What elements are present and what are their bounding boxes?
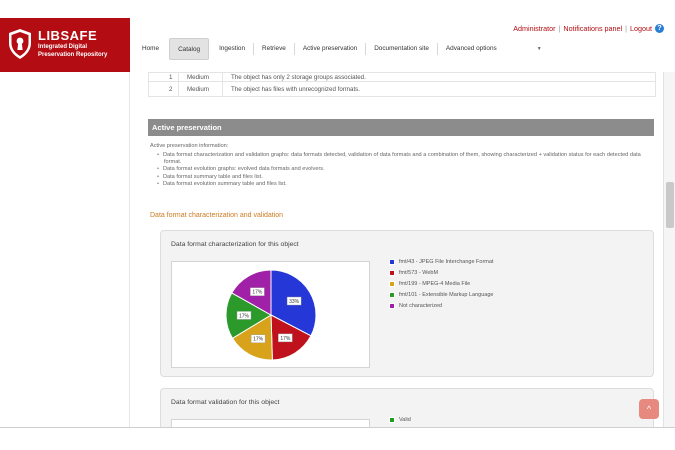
main-nav: Home Catalog Ingestion Retrieve Active p… xyxy=(134,38,550,60)
libsafe-logo[interactable]: LIBSAFE Integrated Digital Preservation … xyxy=(0,18,130,72)
legend-label: Not characterized xyxy=(399,303,443,309)
legend-swatch xyxy=(389,270,395,276)
legend-label: fmt/573 - WebM xyxy=(399,270,439,276)
legend-label: fmt/43 - JPEG File Interchange Format xyxy=(399,259,494,265)
nav-retrieve[interactable]: Retrieve xyxy=(254,38,294,60)
pie-slice-label: 17% xyxy=(250,334,266,343)
characterization-section-link[interactable]: Data format characterization and validat… xyxy=(150,212,283,219)
legend-item: Not characterized xyxy=(389,303,493,314)
nav-documentation-site[interactable]: Documentation site xyxy=(366,38,437,60)
legend-label: fmt/199 - MPEG-4 Media File xyxy=(399,281,471,287)
administrator-link[interactable]: Administrator xyxy=(513,24,555,33)
list-item: Data format characterization and validat… xyxy=(156,152,656,166)
characterization-legend: fmt/43 - JPEG File Interchange Format fmt… xyxy=(389,259,493,314)
scrollbar-thumb[interactable] xyxy=(666,182,674,228)
active-preservation-intro: Active preservation information: xyxy=(150,143,229,149)
legend-swatch xyxy=(389,417,395,423)
pie-chart-box: 33% 17% 17% 17% 17% xyxy=(171,261,370,368)
chevron-up-icon: ^ xyxy=(646,404,652,414)
list-item: Data format evolution graphs: evolved da… xyxy=(156,166,656,173)
characterization-panel-title: Data format characterization for this ob… xyxy=(171,241,299,248)
legend-item: fmt/573 - WebM xyxy=(389,270,493,281)
scroll-to-top-button[interactable]: ^ xyxy=(639,399,659,419)
nav-catalog[interactable]: Catalog xyxy=(169,38,210,60)
pie-slice-label: 17% xyxy=(250,287,265,296)
legend-swatch xyxy=(389,292,395,298)
validation-panel: Data format validation for this object V… xyxy=(160,388,654,427)
nav-home[interactable]: Home xyxy=(134,38,167,60)
browser-viewport: LIBSAFE Integrated Digital Preservation … xyxy=(0,18,675,428)
svg-text:17%: 17% xyxy=(253,337,264,343)
brand-subtitle: Integrated Digital Preservation Reposito… xyxy=(38,44,108,58)
nav-advanced-options[interactable]: Advanced options ▼ xyxy=(438,38,550,60)
notifications-panel-link[interactable]: Notifications panel xyxy=(563,24,622,33)
validation-legend: Valid xyxy=(389,417,411,427)
legend-swatch xyxy=(389,259,395,265)
validation-panel-title: Data format validation for this object xyxy=(171,399,280,406)
svg-text:17%: 17% xyxy=(239,313,250,319)
svg-text:17%: 17% xyxy=(280,336,291,342)
nav-active-preservation[interactable]: Active preservation xyxy=(295,38,365,60)
page-scrollbar[interactable] xyxy=(663,72,675,427)
left-pane xyxy=(0,72,130,427)
legend-label: fmt/101 - Extensible Markup Language xyxy=(399,292,494,298)
nav-ingestion[interactable]: Ingestion xyxy=(211,38,253,60)
validation-chart-box xyxy=(171,419,370,427)
legend-item: fmt/101 - Extensible Markup Language xyxy=(389,292,493,303)
pie-slice-label: 17% xyxy=(278,333,293,343)
page: LIBSAFE Integrated Digital Preservation … xyxy=(0,0,675,450)
characterization-pie-chart: 33% 17% 17% 17% 17% xyxy=(225,269,317,361)
legend-item: fmt/199 - MPEG-4 Media File xyxy=(389,281,493,292)
svg-text:33%: 33% xyxy=(289,299,300,305)
shield-keyhole-icon xyxy=(9,29,31,59)
pie-slice-label: 17% xyxy=(236,311,252,320)
warnings-table: 1 Medium The object has only 2 storage g… xyxy=(148,72,656,97)
chevron-down-icon: ▼ xyxy=(536,46,542,52)
active-preservation-list: Data format characterization and validat… xyxy=(156,152,656,188)
table-row: 1 Medium The object has only 2 storage g… xyxy=(148,72,656,82)
legend-swatch xyxy=(389,303,395,309)
legend-swatch xyxy=(389,281,395,287)
top-links: Administrator | Notifications panel | Logout xyxy=(513,24,652,33)
active-preservation-header: Active preservation xyxy=(148,119,654,136)
list-item: Data format summary table and files list… xyxy=(156,174,656,181)
table-row: 2 Medium The object has files with unrec… xyxy=(148,81,656,97)
list-item: Data format evolution summary table and … xyxy=(156,181,656,188)
help-icon[interactable]: ? xyxy=(655,24,664,33)
pie-slice-label: 33% xyxy=(286,296,302,306)
main-content: 1 Medium The object has only 2 storage g… xyxy=(148,72,656,427)
svg-text:17%: 17% xyxy=(252,290,263,296)
legend-item: Valid xyxy=(389,417,411,427)
legend-item: fmt/43 - JPEG File Interchange Format xyxy=(389,259,493,270)
characterization-panel: Data format characterization for this ob… xyxy=(160,230,654,377)
brand-name: LIBSAFE xyxy=(38,28,98,43)
logout-link[interactable]: Logout xyxy=(630,24,652,33)
